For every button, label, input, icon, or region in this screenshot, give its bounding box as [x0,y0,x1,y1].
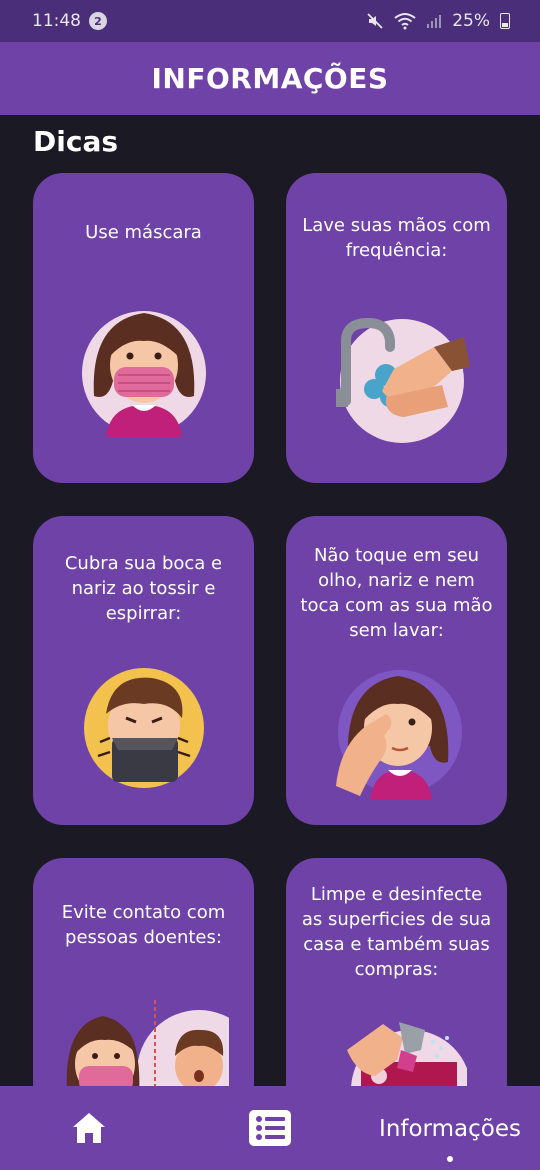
battery-icon [500,13,510,29]
mask-girl-illustration [81,311,206,437]
distance-illustration [66,1000,229,1086]
tip-card-text: Não toque em seu olho, nariz e nem toca … [300,545,493,641]
battery-percent: 25% [452,11,490,31]
status-bar: 11:48 2 25% [0,0,540,42]
tip-card-mask[interactable]: Use máscara [33,173,254,483]
nav-informacoes[interactable]: Informações [370,1110,530,1148]
section-title: Dicas [33,125,118,158]
status-right: 25% [366,11,510,31]
tip-card-handwashing[interactable]: Lave suas mãos com frequência: [286,173,507,483]
wifi-icon [394,13,416,30]
list-icon [249,1110,291,1146]
tip-card-face-touch[interactable]: Não toque em seu olho, nariz e nem toca … [286,516,507,825]
tip-card-text: Limpe e desinfecte as superficies de sua… [301,884,492,980]
tip-card-cough[interactable]: Cubra sua boca e nariz ao tossir e espir… [33,516,254,825]
mute-icon [367,13,383,29]
active-indicator-dot [447,1156,453,1162]
disinfect-illustration [346,1022,467,1086]
nav-informacoes-label: Informações [379,1116,521,1142]
tip-card-text: Cubra sua boca e nariz ao tossir e espir… [64,553,223,624]
status-time: 11:48 [32,11,81,31]
home-icon [73,1113,105,1143]
tip-card-distance[interactable]: Evite contato com pessoas doentes: [33,858,254,1086]
tip-card-text: Lave suas mãos com frequência: [302,215,491,261]
bottom-nav: Informações [0,1086,540,1170]
face-touch-girl-illustration [335,670,462,800]
cough-boy-illustration [83,668,204,788]
app-bar: INFORMAÇÕES [0,42,540,115]
handwashing-illustration [335,317,470,443]
tip-card-text: Use máscara [85,222,202,243]
tip-card-text: Evite contato com pessoas doentes: [61,902,226,948]
signal-icon [427,15,442,28]
nav-list[interactable] [246,1106,294,1150]
content-scroll[interactable]: Dicas Use máscara Lave suas mãos com fre… [0,115,540,1086]
notification-badge: 2 [89,12,107,30]
tip-card-disinfect[interactable]: Limpe e desinfecte as superficies de sua… [286,858,507,1086]
status-left: 11:48 2 [32,11,107,31]
page-title: INFORMAÇÕES [151,62,389,95]
nav-home[interactable] [66,1106,112,1150]
